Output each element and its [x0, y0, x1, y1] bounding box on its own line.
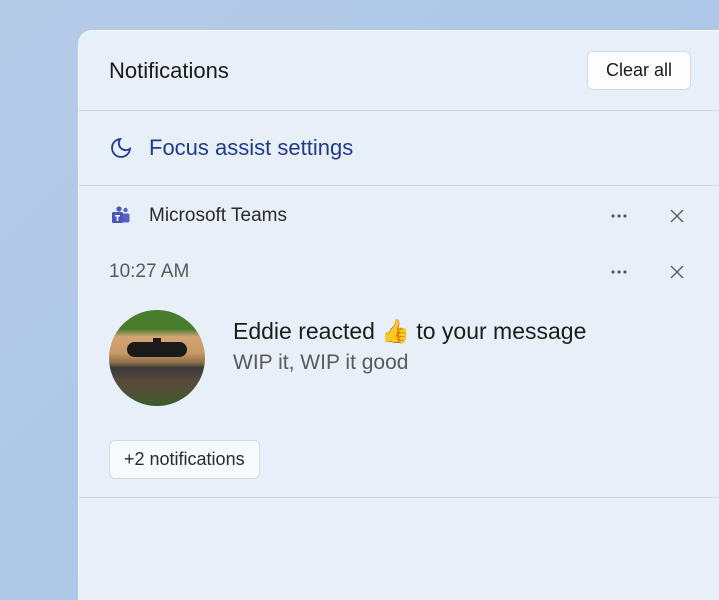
notification-item-top: 10:27 AM: [109, 256, 691, 288]
sender-avatar: [109, 310, 205, 406]
more-notifications-button[interactable]: +2 notifications: [109, 440, 260, 479]
app-name: Microsoft Teams: [149, 205, 587, 227]
notification-app-header: Microsoft Teams: [79, 186, 719, 246]
notification-center-panel: Notifications Clear all Focus assist set…: [78, 30, 719, 600]
moon-icon: [109, 136, 133, 160]
clear-all-button[interactable]: Clear all: [587, 51, 691, 90]
focus-assist-settings-link[interactable]: Focus assist settings: [79, 111, 719, 185]
teams-icon: [109, 204, 133, 228]
spacer: [79, 479, 719, 497]
close-icon: [669, 208, 685, 224]
app-dismiss-button[interactable]: [663, 202, 691, 230]
notification-content: Eddie reacted 👍 to your message WIP it, …: [109, 310, 691, 406]
app-header-actions: [603, 200, 691, 232]
focus-assist-label: Focus assist settings: [149, 135, 353, 161]
close-icon: [669, 264, 685, 280]
notification-item[interactable]: 10:27 AM: [79, 246, 719, 426]
notification-actions: [603, 256, 691, 288]
more-horizontal-icon: [609, 262, 629, 282]
divider: [79, 497, 719, 498]
notification-title: Eddie reacted 👍 to your message: [233, 316, 586, 347]
notification-dismiss-button[interactable]: [663, 258, 691, 286]
notification-timestamp: 10:27 AM: [109, 261, 189, 283]
notification-text: Eddie reacted 👍 to your message WIP it, …: [233, 310, 586, 375]
notification-more-button[interactable]: [603, 256, 635, 288]
panel-header: Notifications Clear all: [79, 31, 719, 110]
more-horizontal-icon: [609, 206, 629, 226]
app-more-button[interactable]: [603, 200, 635, 232]
panel-title: Notifications: [109, 58, 229, 84]
notification-subtitle: WIP it, WIP it good: [233, 351, 586, 375]
